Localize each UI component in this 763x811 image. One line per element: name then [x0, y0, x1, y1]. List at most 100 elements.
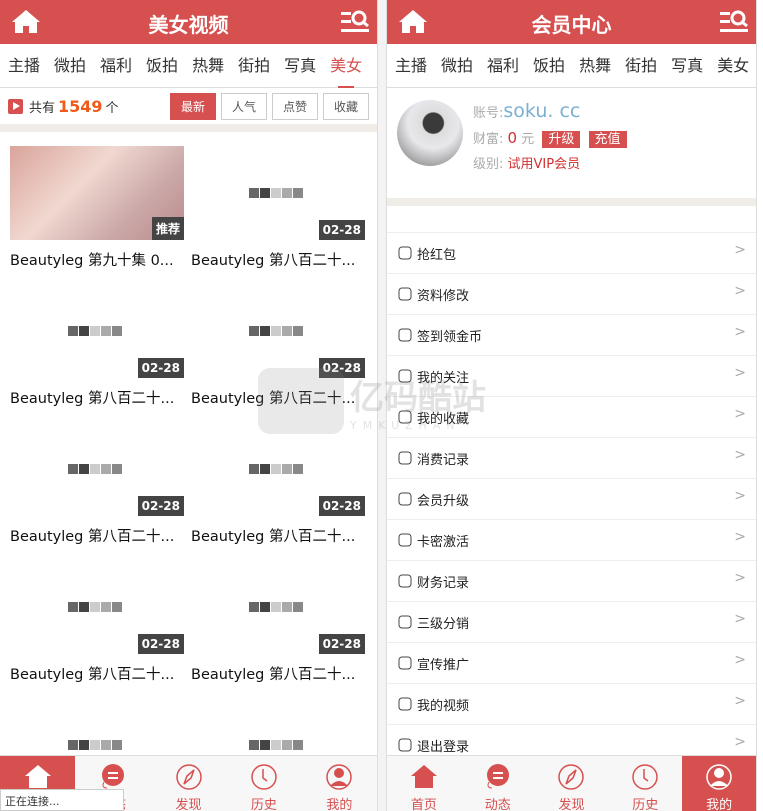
menu-item[interactable]: 三级分销 > — [387, 602, 756, 643]
recharge-button[interactable]: 充值 — [588, 131, 627, 148]
tab-4[interactable]: 热舞 — [192, 44, 224, 88]
nav-item-user[interactable]: 我的 — [682, 756, 756, 811]
red-packet-icon — [398, 246, 412, 260]
tab-1[interactable]: 微拍 — [441, 44, 473, 88]
page-title: 会员中心 — [531, 13, 612, 37]
user-icon — [706, 764, 732, 790]
menu-label: 财务记录 — [417, 575, 470, 591]
tab-3[interactable]: 饭拍 — [146, 44, 178, 88]
video-badge: 02-28 — [137, 358, 184, 378]
nav-item-clock[interactable]: 历史 — [608, 756, 682, 811]
nav-item-compass[interactable]: 发现 — [151, 756, 226, 811]
loading-indicator — [68, 464, 122, 474]
tab-0[interactable]: 主播 — [8, 44, 40, 88]
loading-indicator — [249, 464, 303, 474]
tab-7[interactable]: 美女 — [717, 44, 749, 88]
video-title[interactable]: Beautyleg 第八百二十... — [10, 663, 184, 684]
menu-item[interactable]: 财务记录 > — [387, 561, 756, 602]
sort-button[interactable]: 点赞 — [271, 92, 318, 120]
video-card[interactable]: 02-28 Beautyleg 第八百二十... — [191, 146, 365, 270]
tab-3[interactable]: 饭拍 — [533, 44, 565, 88]
menu-item[interactable]: 抢红包 > — [387, 233, 756, 274]
menu-label: 我的关注 — [417, 370, 470, 386]
menu-item[interactable]: 会员升级 > — [387, 479, 756, 520]
tab-4[interactable]: 热舞 — [579, 44, 611, 88]
video-title[interactable]: Beautyleg 第八百二十... — [191, 249, 365, 270]
video-title[interactable]: Beautyleg 第八百二十... — [191, 387, 365, 408]
menu-item[interactable]: 资料修改 > — [387, 274, 756, 315]
video-card[interactable]: 02-28 Beautyleg 第八百二十... — [191, 284, 365, 408]
nav-item-clock[interactable]: 历史 — [226, 756, 301, 811]
video-card[interactable]: 推荐 Beautyleg 第九十集 0... — [10, 146, 184, 270]
menu-item[interactable]: 我的视频 > — [387, 684, 756, 725]
compass-icon — [558, 764, 585, 790]
tab-2[interactable]: 福利 — [487, 44, 519, 88]
search-list-icon[interactable] — [341, 9, 369, 39]
menu-label: 抢红包 — [417, 247, 457, 263]
nav-item-compass[interactable]: 发现 — [535, 756, 609, 811]
video-thumbnail[interactable]: 02-28 — [191, 146, 365, 240]
loading-indicator — [249, 602, 303, 612]
loading-indicator — [68, 602, 122, 612]
menu-item[interactable]: 宣传推广 > — [387, 643, 756, 684]
tab-7[interactable]: 美女 — [330, 44, 362, 88]
video-card[interactable]: 02-28 Beautyleg 第八百二十... — [10, 422, 184, 546]
tab-5[interactable]: 街拍 — [238, 44, 270, 88]
video-title[interactable]: Beautyleg 第八百二十... — [10, 387, 184, 408]
video-badge: 02-28 — [318, 496, 365, 516]
search-list-icon[interactable] — [720, 9, 748, 39]
video-thumbnail[interactable]: 02-28 — [10, 560, 184, 654]
video-thumbnail[interactable]: 02-28 — [191, 284, 365, 378]
tab-1[interactable]: 微拍 — [54, 44, 86, 88]
video-card[interactable]: 02-28 Beautyleg 第八百二十... — [191, 422, 365, 546]
nav-item-home[interactable]: 首页 — [387, 756, 461, 811]
nav-label: 发现 — [175, 798, 202, 811]
video-title[interactable]: Beautyleg 第九十集 0... — [10, 249, 184, 270]
menu-item[interactable]: 消费记录 > — [387, 438, 756, 479]
sort-button[interactable]: 收藏 — [322, 92, 369, 120]
chevron-right-icon: > — [734, 611, 746, 627]
video-thumbnail[interactable]: 02-28 — [10, 422, 184, 516]
nav-label: 我的 — [326, 798, 353, 811]
video-title[interactable]: Beautyleg 第八百二十... — [191, 525, 365, 546]
share-icon — [398, 656, 412, 670]
avatar[interactable] — [397, 100, 463, 166]
nav-label: 动态 — [484, 798, 511, 811]
menu-item[interactable]: 我的收藏 > — [387, 397, 756, 438]
sort-button[interactable]: 最新 — [169, 92, 216, 120]
video-thumbnail[interactable]: 02-28 — [191, 560, 365, 654]
tab-6[interactable]: 写真 — [284, 44, 316, 88]
video-badge: 02-28 — [318, 358, 365, 378]
menu-item[interactable]: 我的关注 > — [387, 356, 756, 397]
loading-indicator — [68, 326, 122, 336]
video-title[interactable]: Beautyleg 第八百二十... — [191, 663, 365, 684]
tab-5[interactable]: 街拍 — [625, 44, 657, 88]
nav-item-user[interactable]: 我的 — [302, 756, 377, 811]
menu-label: 退出登录 — [417, 739, 470, 755]
video-card[interactable]: 02-28 Beautyleg 第八百二十... — [10, 560, 184, 684]
video-title[interactable]: Beautyleg 第八百二十... — [10, 525, 184, 546]
chevron-right-icon: > — [734, 652, 746, 668]
menu-label: 消费记录 — [417, 452, 470, 468]
loading-indicator — [249, 740, 303, 750]
video-thumbnail[interactable]: 02-28 — [191, 422, 365, 516]
video-thumbnail[interactable]: 02-28 — [10, 284, 184, 378]
menu-item[interactable]: 签到领金币 > — [387, 315, 756, 356]
tab-2[interactable]: 福利 — [100, 44, 132, 88]
database-icon — [398, 492, 412, 506]
video-card[interactable]: 02-28 Beautyleg 第八百二十... — [10, 284, 184, 408]
upgrade-button[interactable]: 升级 — [542, 131, 581, 148]
video-card[interactable]: 02-28 Beautyleg 第八百二十... — [191, 560, 365, 684]
video-thumbnail[interactable]: 推荐 — [10, 146, 184, 240]
sort-buttons: 最新 人气 点赞 收藏 — [169, 92, 369, 120]
page-title: 美女视频 — [148, 13, 229, 37]
sort-button[interactable]: 人气 — [220, 92, 267, 120]
menu-item[interactable]: 卡密激活 > — [387, 520, 756, 561]
category-tabs: 主播 微拍 福利 饭拍 热舞 街拍 写真 美女 — [0, 44, 377, 88]
chevron-right-icon: > — [734, 242, 746, 258]
loading-indicator — [249, 188, 303, 198]
tab-6[interactable]: 写真 — [671, 44, 703, 88]
member-center-panel: 会员中心 主播 微拍 福利 饭拍 热舞 街拍 写真 美女 账号:soku. cc 财富: 0 … — [386, 0, 757, 811]
nav-item-chat[interactable]: 动态 — [461, 756, 535, 811]
tab-0[interactable]: 主播 — [395, 44, 427, 88]
